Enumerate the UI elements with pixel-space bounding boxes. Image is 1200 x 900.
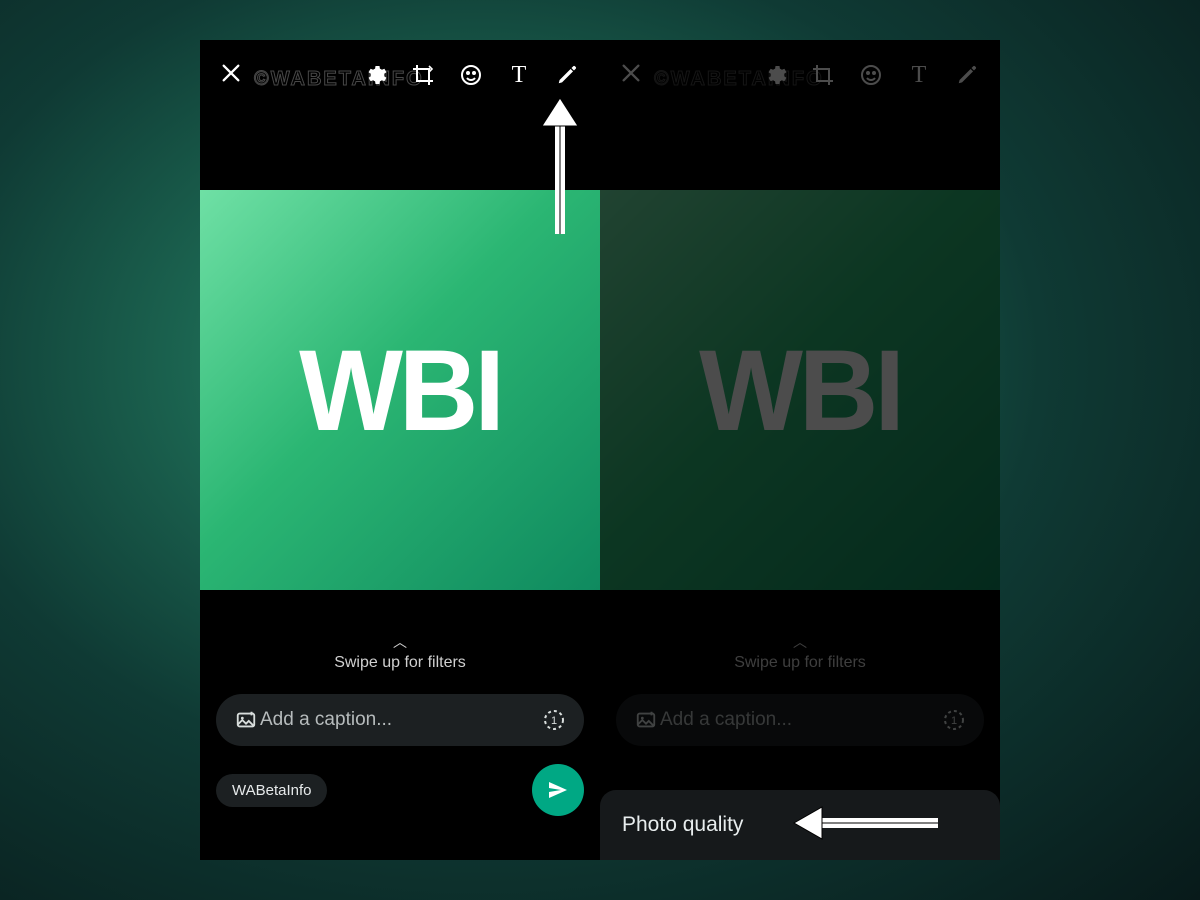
gear-icon (363, 63, 387, 87)
add-media-icon[interactable] (632, 706, 660, 734)
tool-group: T (362, 62, 580, 88)
view-once-icon[interactable]: 1 (940, 706, 968, 734)
view-once-icon[interactable]: 1 (540, 706, 568, 734)
caption-input[interactable]: Add a caption... 1 (216, 694, 584, 746)
caption-input[interactable]: Add a caption... 1 (616, 694, 984, 746)
close-icon (620, 62, 642, 84)
editor-toolbar: ©WABETAINFO T (200, 40, 600, 190)
media-preview: WBI (200, 190, 600, 590)
add-media-icon[interactable] (232, 706, 260, 734)
pencil-icon (956, 64, 978, 86)
emoji-icon (459, 63, 483, 87)
chevron-up-icon: ︿ (216, 632, 584, 652)
close-button[interactable] (620, 62, 642, 84)
panel-left: ©WABETAINFO T (200, 40, 600, 860)
send-icon (546, 778, 570, 802)
send-button[interactable] (532, 764, 584, 816)
swipe-hint[interactable]: ︿ Swipe up for filters (616, 632, 984, 672)
draw-button[interactable] (554, 62, 580, 88)
caption-placeholder: Add a caption... (660, 709, 940, 731)
swipe-hint[interactable]: ︿ Swipe up for filters (216, 632, 584, 672)
caption-placeholder: Add a caption... (260, 709, 540, 731)
text-tool-button[interactable]: T (906, 62, 932, 88)
photo-quality-sheet[interactable]: Photo quality (600, 790, 1000, 860)
side-by-side-panels: ©WABETAINFO T (200, 40, 1000, 860)
close-button[interactable] (220, 62, 242, 84)
swipe-hint-label: Swipe up for filters (734, 654, 866, 671)
gear-icon (763, 63, 787, 87)
media-logo-text: WBI (699, 323, 901, 456)
text-icon: T (512, 62, 527, 89)
settings-button[interactable] (762, 62, 788, 88)
editor-toolbar: ©WABETAINFO T (600, 40, 1000, 190)
tool-group: T (762, 62, 980, 88)
swipe-hint-label: Swipe up for filters (334, 654, 466, 671)
emoji-icon (859, 63, 883, 87)
crop-button[interactable] (810, 62, 836, 88)
crop-icon (411, 63, 435, 87)
close-icon (220, 62, 242, 84)
bottom-controls: ︿ Swipe up for filters Add a caption... … (200, 590, 600, 860)
pencil-icon (556, 64, 578, 86)
svg-text:1: 1 (951, 715, 957, 727)
settings-button[interactable] (362, 62, 388, 88)
svg-text:1: 1 (551, 715, 557, 727)
recipient-chip[interactable]: WABetaInfo (216, 774, 327, 807)
text-icon: T (912, 62, 927, 89)
chevron-up-icon: ︿ (616, 632, 984, 652)
emoji-button[interactable] (858, 62, 884, 88)
media-logo-text: WBI (299, 323, 501, 456)
emoji-button[interactable] (458, 62, 484, 88)
crop-button[interactable] (410, 62, 436, 88)
media-preview: WBI (600, 190, 1000, 590)
crop-icon (811, 63, 835, 87)
draw-button[interactable] (954, 62, 980, 88)
panel-right: ©WABETAINFO T (600, 40, 1000, 860)
text-tool-button[interactable]: T (506, 62, 532, 88)
send-row: WABetaInfo (216, 764, 584, 816)
sheet-title: Photo quality (622, 813, 743, 837)
